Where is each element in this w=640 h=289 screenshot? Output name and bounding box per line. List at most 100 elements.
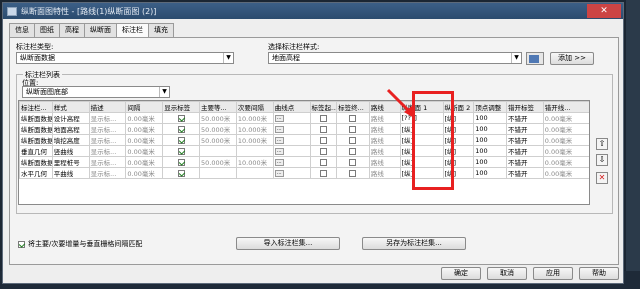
- table-cell[interactable]: 0.00毫米: [125, 123, 164, 135]
- table-cell[interactable]: 平曲线: [51, 167, 90, 179]
- tab-elevation[interactable]: 高程: [59, 23, 85, 37]
- table-cell[interactable]: 0.00毫米: [542, 156, 589, 168]
- match-increments-option[interactable]: 将主要/次要增量与垂直栅格间隔匹配: [18, 239, 142, 249]
- row-checkbox[interactable]: [177, 147, 185, 155]
- table-row[interactable]: 纵断面数据 地面高程 显示标... 0.00毫米 50.000米 10.000米... 路线…: [19, 123, 589, 135]
- table-row[interactable]: 垂直几何 竖曲线 显示标... 0.00毫米... 路线 [纵] [纵] 100 不错开 0.00…: [19, 145, 589, 157]
- table-cell[interactable]: 不错开: [505, 112, 544, 124]
- column-header[interactable]: 错开线...: [542, 101, 589, 113]
- table-checkbox-cell[interactable]: [336, 134, 370, 146]
- table-checkbox-cell[interactable]: [162, 145, 201, 157]
- column-header[interactable]: 主要等...: [199, 101, 237, 113]
- table-checkbox-cell[interactable]: [309, 167, 338, 179]
- table-cell[interactable]: 0.00毫米: [125, 145, 164, 157]
- column-header[interactable]: 描述: [88, 101, 127, 113]
- band-type-select[interactable]: 纵断面数据 ▼: [16, 52, 234, 64]
- table-cell[interactable]: 垂直几何: [19, 145, 53, 157]
- table-checkbox-cell[interactable]: [162, 134, 201, 146]
- style-edit-button[interactable]: [526, 52, 544, 65]
- row-checkbox[interactable]: [319, 125, 327, 133]
- table-cell[interactable]: 50.000米: [199, 134, 237, 146]
- row-checkbox[interactable]: [349, 136, 357, 144]
- table-cell[interactable]: 纵断面数据: [19, 134, 53, 146]
- row-checkbox[interactable]: [349, 158, 357, 166]
- ellipsis-button[interactable]: ...: [274, 158, 284, 166]
- help-button[interactable]: 帮助: [579, 267, 619, 280]
- table-cell[interactable]: 0.00毫米: [542, 167, 589, 179]
- tab-profiles[interactable]: 纵断面: [84, 23, 117, 37]
- row-checkbox[interactable]: [177, 114, 185, 122]
- table-checkbox-cell[interactable]: [336, 156, 370, 168]
- row-checkbox[interactable]: [177, 158, 185, 166]
- table-cell[interactable]: 0.00毫米: [125, 112, 164, 124]
- row-checkbox[interactable]: [319, 169, 327, 177]
- row-checkbox[interactable]: [349, 169, 357, 177]
- table-cell[interactable]: [235, 167, 274, 179]
- column-header[interactable]: 次要间隔: [235, 101, 274, 113]
- table-checkbox-cell[interactable]: [162, 112, 201, 124]
- table-checkbox-cell[interactable]: [162, 123, 201, 135]
- table-checkbox-cell[interactable]: [309, 134, 338, 146]
- ellipsis-button[interactable]: ...: [274, 147, 284, 155]
- row-checkbox[interactable]: [349, 147, 357, 155]
- column-header[interactable]: 样式: [51, 101, 90, 113]
- column-header[interactable]: 标签终...: [336, 101, 370, 113]
- table-cell[interactable]: [199, 167, 237, 179]
- table-cell[interactable]: 50.000米: [199, 156, 237, 168]
- table-checkbox-cell[interactable]: [336, 123, 370, 135]
- tab-hatch[interactable]: 填充: [148, 23, 174, 37]
- row-checkbox[interactable]: [177, 169, 185, 177]
- column-header[interactable]: 错开标签: [505, 101, 544, 113]
- curve-point-cell[interactable]: ...: [272, 156, 311, 168]
- delete-icon[interactable]: ✕: [596, 172, 608, 184]
- table-cell[interactable]: 10.000米: [235, 123, 274, 135]
- table-cell[interactable]: 0.00毫米: [542, 123, 589, 135]
- table-checkbox-cell[interactable]: [309, 112, 338, 124]
- table-cell[interactable]: 不错开: [505, 167, 544, 179]
- curve-point-cell[interactable]: ...: [272, 123, 311, 135]
- cancel-button[interactable]: 取消: [487, 267, 527, 280]
- table-checkbox-cell[interactable]: [309, 145, 338, 157]
- table-cell[interactable]: 不错开: [505, 134, 544, 146]
- table-cell[interactable]: 填挖高度: [51, 134, 90, 146]
- import-band-set-button[interactable]: 导入标注栏集...: [236, 237, 340, 250]
- tab-drawing[interactable]: 图纸: [34, 23, 60, 37]
- table-cell[interactable]: 100: [473, 134, 507, 146]
- tab-info[interactable]: 信息: [9, 23, 35, 37]
- close-icon[interactable]: ✕: [587, 4, 621, 18]
- table-cell[interactable]: 10.000米: [235, 112, 274, 124]
- table-cell[interactable]: 路线: [368, 123, 401, 135]
- table-cell[interactable]: 100: [473, 123, 507, 135]
- table-checkbox-cell[interactable]: [162, 156, 201, 168]
- column-header[interactable]: 标注栏...: [19, 101, 53, 113]
- table-cell[interactable]: 50.000米: [199, 112, 237, 124]
- table-cell[interactable]: 100: [473, 112, 507, 124]
- ellipsis-button[interactable]: ...: [274, 114, 284, 122]
- table-cell[interactable]: 竖曲线: [51, 145, 90, 157]
- ellipsis-button[interactable]: ...: [274, 125, 284, 133]
- ellipsis-button[interactable]: ...: [274, 136, 284, 144]
- row-checkbox[interactable]: [319, 136, 327, 144]
- table-cell[interactable]: 不错开: [505, 123, 544, 135]
- table-checkbox-cell[interactable]: [336, 112, 370, 124]
- table-row[interactable]: 纵断面数据 设计高程 显示标... 0.00毫米 50.000米 10.000米... 路线…: [19, 112, 589, 124]
- table-cell[interactable]: 10.000米: [235, 156, 274, 168]
- table-cell[interactable]: 100: [473, 156, 507, 168]
- table-cell[interactable]: 设计高程: [51, 112, 90, 124]
- row-checkbox[interactable]: [319, 114, 327, 122]
- table-cell[interactable]: 纵断面数据: [19, 112, 53, 124]
- curve-point-cell[interactable]: ...: [272, 112, 311, 124]
- row-checkbox[interactable]: [177, 136, 185, 144]
- table-row[interactable]: 水平几何 平曲线 显示标... 0.00毫米... 路线 [纵] [纵] 100 不错开 0.00…: [19, 167, 589, 179]
- move-up-icon[interactable]: ⇧: [596, 138, 608, 150]
- table-cell[interactable]: 显示标...: [88, 134, 127, 146]
- curve-point-cell[interactable]: ...: [272, 167, 311, 179]
- band-style-select[interactable]: 地面高程 ▼: [268, 52, 522, 64]
- column-header[interactable]: 标签起...: [309, 101, 338, 113]
- table-cell[interactable]: 路线: [368, 145, 401, 157]
- table-cell[interactable]: 路线: [368, 167, 401, 179]
- table-checkbox-cell[interactable]: [309, 156, 338, 168]
- table-cell[interactable]: 水平几何: [19, 167, 53, 179]
- column-header[interactable]: 顶点调整: [473, 101, 507, 113]
- table-cell[interactable]: 100: [473, 145, 507, 157]
